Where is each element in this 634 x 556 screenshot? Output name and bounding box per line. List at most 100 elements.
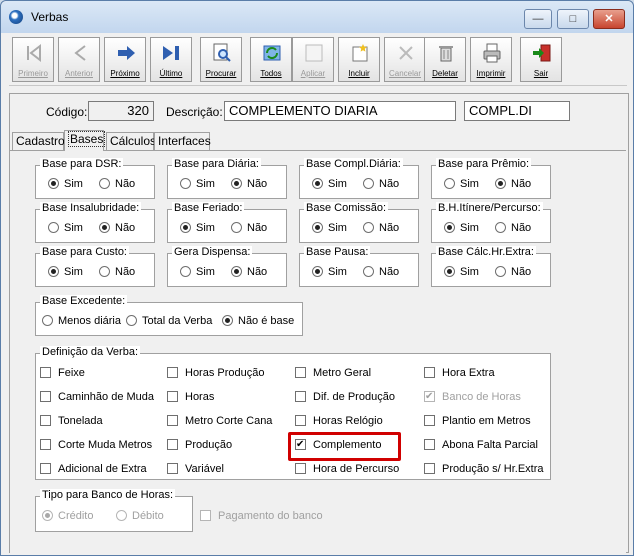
checkbox-feixe[interactable]: Feixe [40, 367, 85, 379]
search-icon [212, 43, 232, 63]
radio-sim[interactable]: Sim [180, 266, 215, 278]
maximize-button[interactable]: □ [557, 9, 589, 29]
checkbox-tonelada[interactable]: Tonelada [40, 415, 103, 427]
checkbox-producao[interactable]: Produção [167, 439, 232, 451]
checkbox-box [40, 391, 51, 402]
title-bar[interactable]: Verbas — □ ✕ [1, 1, 633, 33]
radio-sim[interactable]: Sim [312, 266, 347, 278]
radio-sim[interactable]: Sim [48, 266, 83, 278]
tab-calculos[interactable]: Cálculos [106, 132, 156, 150]
all-records-icon [262, 43, 282, 63]
radio-nao[interactable]: Não [495, 178, 531, 190]
toolbar-anterior-button[interactable]: Anterior [58, 37, 100, 82]
checkbox-abona-falta-parcial[interactable]: Abona Falta Parcial [424, 439, 538, 451]
checkbox-horas-producao[interactable]: Horas Produção [167, 367, 265, 379]
radio-menos-diaria[interactable]: Menos diária [42, 315, 121, 327]
minimize-button[interactable]: — [524, 9, 552, 29]
radio-group-base-para-dsr: Base para DSR: Sim Não [35, 158, 155, 199]
toolbar-deletar-button[interactable]: Deletar [424, 37, 466, 82]
checkbox-corte-muda-metros[interactable]: Corte Muda Metros [40, 439, 152, 451]
checkbox-variavel[interactable]: Variável [167, 463, 224, 475]
radio-sim[interactable]: Sim [444, 222, 479, 234]
checkbox-banco-de-horas[interactable]: Banco de Horas [424, 391, 521, 403]
toolbar-button-label: Procurar [205, 69, 237, 78]
toolbar-proximo-button[interactable]: Próximo [104, 37, 146, 82]
tab-cadastro[interactable]: Cadastro [12, 132, 65, 150]
toolbar-sair-button[interactable]: Sair [520, 37, 562, 82]
radio-group-base-calc-hr-extra: Base Cálc.Hr.Extra: Sim Não [431, 246, 551, 287]
toolbar-ultimo-button[interactable]: Último [150, 37, 192, 82]
radio-dot [48, 222, 59, 233]
radio-label: Sim [196, 266, 215, 278]
toolbar-procurar-button[interactable]: Procurar [200, 37, 242, 82]
radio-label: Sim [328, 178, 347, 190]
checkbox-hora-de-percurso[interactable]: Hora de Percurso [295, 463, 399, 475]
toolbar-aplicar-button[interactable]: Aplicar [292, 37, 334, 82]
checkbox-metro-corte-cana[interactable]: Metro Corte Cana [167, 415, 272, 427]
toolbar-cancelar-button[interactable]: Cancelar [384, 37, 426, 82]
radio-dot [126, 315, 137, 326]
checkbox-box [424, 415, 435, 426]
radio-dot [231, 222, 242, 233]
checkbox-box [424, 439, 435, 450]
radio-sim[interactable]: Sim [444, 178, 479, 190]
checkbox-dif-de-producao[interactable]: Dif. de Produção [295, 391, 395, 403]
radio-nao[interactable]: Não [363, 222, 399, 234]
radio-group-base-para-diaria: Base para Diária: Sim Não [167, 158, 287, 199]
toolbar-primeiro-button[interactable]: Primeiro [12, 37, 54, 82]
radio-credito[interactable]: Crédito [42, 510, 93, 522]
checkbox-pagamento-do-banco[interactable]: Pagamento do banco [200, 510, 323, 522]
tab-interfaces[interactable]: Interfaces [154, 132, 211, 150]
checkbox-label: Horas [185, 391, 215, 403]
radio-sim[interactable]: Sim [180, 222, 215, 234]
radio-dot [231, 266, 242, 277]
toolbar-button-label: Primeiro [18, 69, 48, 78]
close-button[interactable]: ✕ [593, 9, 625, 29]
radio-nao[interactable]: Não [99, 178, 135, 190]
radio-nao-e-base[interactable]: Não é base [222, 315, 294, 327]
radio-nao[interactable]: Não [363, 266, 399, 278]
radio-sim[interactable]: Sim [48, 222, 83, 234]
descricao-field[interactable]: COMPLEMENTO DIARIA [224, 101, 456, 121]
checkbox-producao-s-hr-extra[interactable]: Produção s/ Hr.Extra [424, 463, 544, 475]
radio-sim[interactable]: Sim [180, 178, 215, 190]
radio-sim[interactable]: Sim [48, 178, 83, 190]
radio-nao[interactable]: Não [99, 222, 135, 234]
checkbox-adicional-de-extra[interactable]: Adicional de Extra [40, 463, 147, 475]
radio-nao[interactable]: Não [231, 178, 267, 190]
group-title: Base Comissão: [304, 202, 389, 214]
checkbox-plantio-em-metros[interactable]: Plantio em Metros [424, 415, 531, 427]
toolbar-todos-button[interactable]: Todos [250, 37, 292, 82]
checkbox-horas-relogio[interactable]: Horas Relógio [295, 415, 383, 427]
radio-dot [99, 222, 110, 233]
radio-group-gera-dispensa: Gera Dispensa: Sim Não [167, 246, 287, 287]
first-icon [24, 43, 44, 63]
radio-nao[interactable]: Não [495, 266, 531, 278]
radio-nao[interactable]: Não [495, 222, 531, 234]
toolbar-button-label: Imprimir [476, 69, 506, 78]
tab-bases[interactable]: Bases [64, 130, 106, 151]
toolbar-incluir-button[interactable]: Incluir [338, 37, 380, 82]
radio-sim[interactable]: Sim [312, 222, 347, 234]
checkbox-horas[interactable]: Horas [167, 391, 214, 403]
radio-nao[interactable]: Não [99, 266, 135, 278]
checkbox-hora-extra[interactable]: Hora Extra [424, 367, 495, 379]
toolbar-button-label: Todos [260, 69, 282, 78]
codigo-field[interactable]: 320 [88, 101, 154, 121]
checkbox-caminhao-de-muda[interactable]: Caminhão de Muda [40, 391, 154, 403]
radio-sim[interactable]: Sim [312, 178, 347, 190]
radio-debito[interactable]: Débito [116, 510, 164, 522]
radio-dot [99, 178, 110, 189]
radio-nao[interactable]: Não [231, 266, 267, 278]
radio-sim[interactable]: Sim [444, 266, 479, 278]
radio-label: Não [511, 266, 532, 278]
abreviacao-field[interactable]: COMPL.DI [464, 101, 570, 121]
radio-label: Sim [460, 178, 479, 190]
radio-total-da-verba[interactable]: Total da Verba [126, 315, 212, 327]
radio-nao[interactable]: Não [363, 178, 399, 190]
radio-nao[interactable]: Não [231, 222, 267, 234]
radio-label: Não [247, 266, 268, 278]
toolbar-imprimir-button[interactable]: Imprimir [470, 37, 512, 82]
checkbox-box [295, 415, 306, 426]
checkbox-metro-geral[interactable]: Metro Geral [295, 367, 371, 379]
